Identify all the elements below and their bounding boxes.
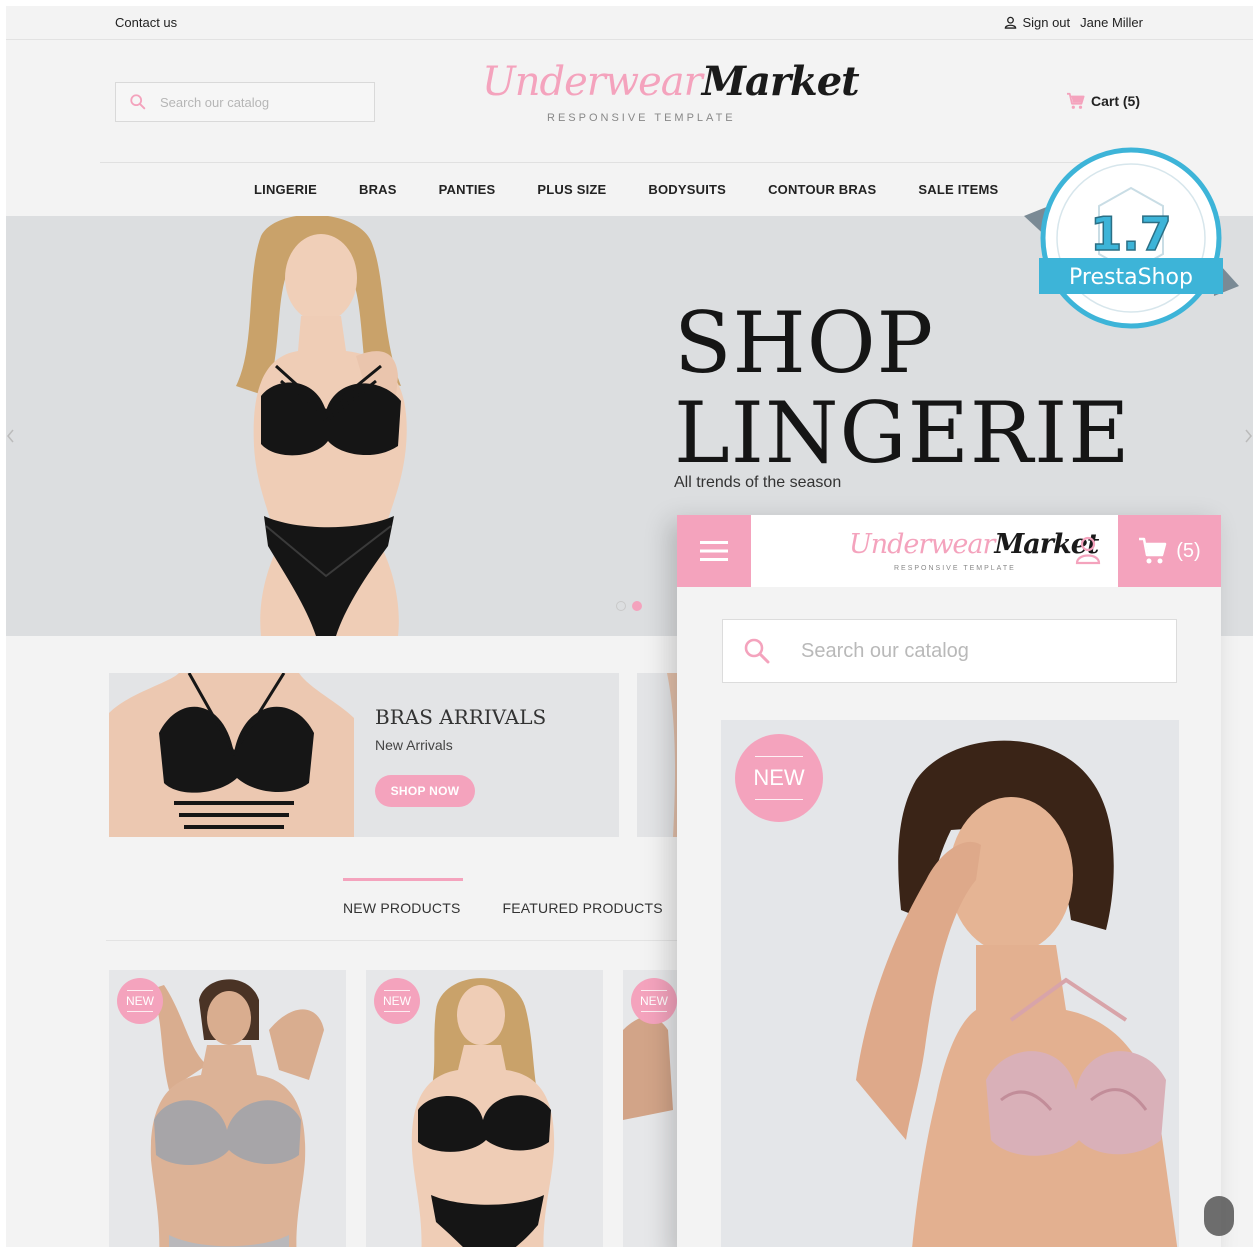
nav-item-lingerie[interactable]: LINGERIE <box>254 182 317 197</box>
hero-subtitle: All trends of the season <box>674 474 842 491</box>
new-badge: NEW <box>374 978 420 1024</box>
new-badge: NEW <box>117 978 163 1024</box>
search-input[interactable] <box>160 94 350 110</box>
logo-part-market: Market <box>701 58 860 105</box>
mobile-user-icon[interactable] <box>1074 535 1102 565</box>
mobile-cart-icon <box>1139 537 1167 564</box>
floating-action-button[interactable] <box>1204 1196 1234 1236</box>
badge-platform: PrestaShop <box>1069 265 1193 290</box>
mobile-new-badge: NEW <box>735 734 823 822</box>
hero-title-line-2: LINGERIE <box>674 384 1131 482</box>
nav-item-contour-bras[interactable]: CONTOUR BRAS <box>768 182 876 197</box>
cart-icon <box>1067 92 1085 109</box>
mobile-product-card[interactable]: NEW <box>721 720 1179 1247</box>
mobile-menu-button[interactable] <box>677 515 751 587</box>
top-bar: Contact us Sign out Jane Miller <box>6 6 1253 40</box>
slider-prev-arrow[interactable] <box>6 416 14 456</box>
cart-link[interactable]: Cart (5) <box>1066 92 1140 110</box>
mobile-logo[interactable]: UnderwearMarket RESPONSIVE TEMPLATE <box>849 529 1099 579</box>
badge-version: 1.7 <box>1090 207 1172 261</box>
banner-subtitle: New Arrivals <box>375 737 453 753</box>
bras-arrivals-banner[interactable]: BRAS ARRIVALS New Arrivals SHOP NOW <box>109 673 619 837</box>
logo-tagline: RESPONSIVE TEMPLATE <box>547 112 736 124</box>
cart-label: Cart (5) <box>1091 93 1141 109</box>
contact-us-link[interactable]: Contact us <box>115 15 177 30</box>
hamburger-icon <box>700 541 728 561</box>
main-nav: LINGERIE BRAS PANTIES PLUS SIZE BODYSUIT… <box>254 182 1040 197</box>
nav-item-bras[interactable]: BRAS <box>359 182 397 197</box>
nav-item-plus-size[interactable]: PLUS SIZE <box>537 182 606 197</box>
logo-text: UnderwearMarket <box>482 58 860 105</box>
banner-title: BRAS ARRIVALS <box>375 705 547 729</box>
user-name-link[interactable]: Jane Miller <box>1080 15 1143 30</box>
mobile-cart-count: (5) <box>1176 539 1201 562</box>
search-box[interactable] <box>115 82 375 122</box>
desktop-page: Contact us Sign out Jane Miller Underwea… <box>6 6 1253 1247</box>
hero-model-image <box>236 216 407 636</box>
logo-part-underwear: Underwear <box>482 59 703 105</box>
mobile-logo-text: UnderwearMarket <box>849 529 1099 560</box>
mobile-preview: UnderwearMarket RESPONSIVE TEMPLATE (5) <box>677 515 1221 1247</box>
search-icon <box>130 94 146 110</box>
mobile-logo-tagline: RESPONSIVE TEMPLATE <box>894 565 1016 572</box>
tab-featured-products[interactable]: FEATURED PRODUCTS <box>503 900 663 916</box>
account-links: Sign out Jane Miller <box>1004 15 1143 30</box>
active-tab-indicator <box>343 878 463 881</box>
sign-out-label: Sign out <box>1022 15 1071 30</box>
site-logo[interactable]: UnderwearMarket RESPONSIVE TEMPLATE <box>482 58 860 130</box>
prestashop-version-badge: 1.7 PrestaShop <box>1024 147 1239 329</box>
product-card[interactable]: NEW <box>366 970 603 1247</box>
mobile-cart-button[interactable]: (5) <box>1118 515 1221 587</box>
user-icon <box>1005 16 1017 29</box>
mobile-search-input[interactable] <box>801 639 1161 663</box>
mobile-header: UnderwearMarket RESPONSIVE TEMPLATE (5) <box>677 515 1221 587</box>
product-tabs: NEW PRODUCTS FEATURED PRODUCTS <box>343 900 663 916</box>
mobile-logo-part-underwear: Underwear <box>849 529 995 560</box>
banner-model-image <box>109 673 354 837</box>
slider-dots <box>616 601 642 611</box>
tabs-divider <box>106 940 686 941</box>
new-badge: NEW <box>631 978 677 1024</box>
nav-item-bodysuits[interactable]: BODYSUITS <box>648 182 726 197</box>
nav-divider <box>100 162 1160 163</box>
mobile-search-icon <box>744 638 770 664</box>
product-card[interactable]: NEW <box>109 970 346 1247</box>
mobile-search-box[interactable] <box>722 619 1177 683</box>
tab-new-products[interactable]: NEW PRODUCTS <box>343 900 461 916</box>
slider-dot-2[interactable] <box>632 601 642 611</box>
shop-now-button[interactable]: SHOP NOW <box>375 775 475 807</box>
slider-next-arrow[interactable] <box>1245 416 1253 456</box>
sign-out-link[interactable]: Sign out <box>1004 15 1070 30</box>
nav-item-panties[interactable]: PANTIES <box>439 182 496 197</box>
nav-item-sale-items[interactable]: SALE ITEMS <box>918 182 998 197</box>
slider-dot-1[interactable] <box>616 601 626 611</box>
